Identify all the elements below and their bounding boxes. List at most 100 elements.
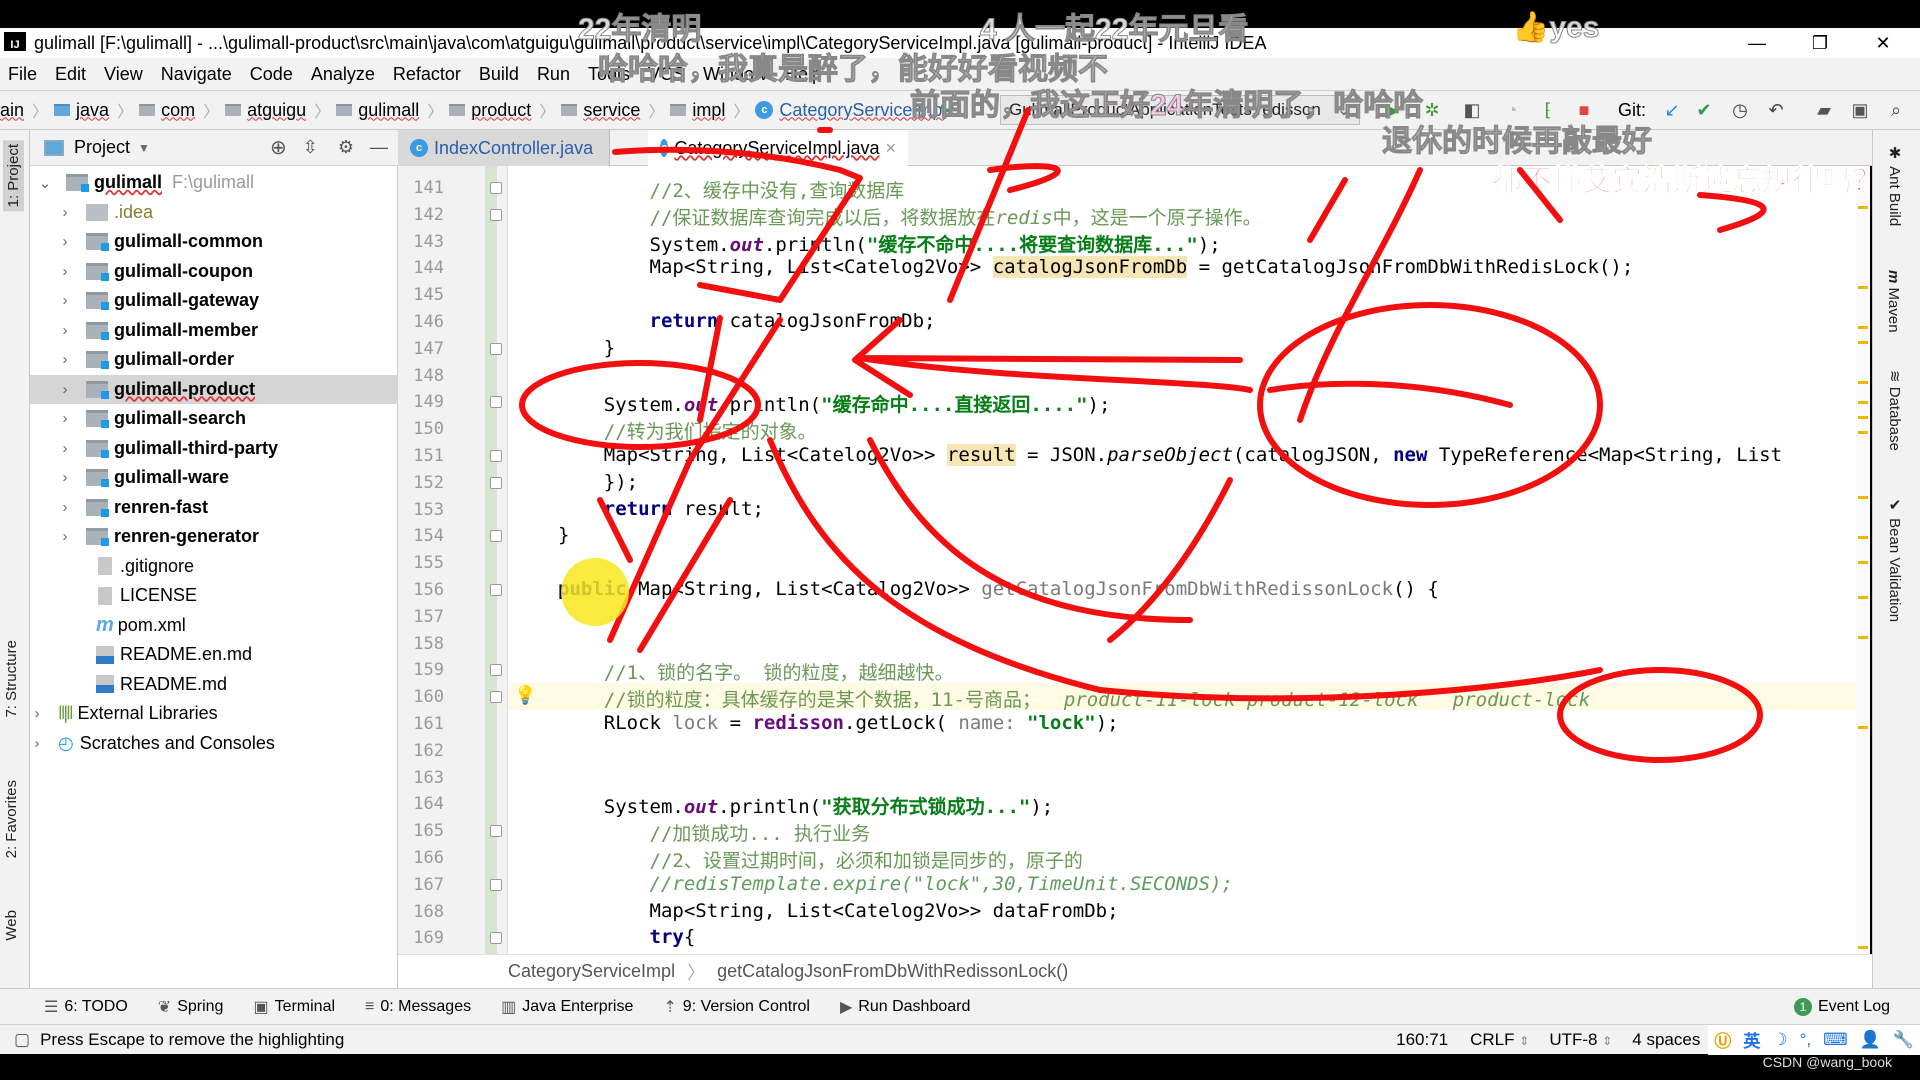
scrollbar-marker[interactable]	[1858, 381, 1868, 384]
tree-root-gulimall[interactable]: ⌄ gulimall F:\gulimall	[30, 168, 398, 198]
tree-item[interactable]: › .idea	[30, 198, 398, 228]
ime-user-icon[interactable]: 👤	[1860, 1030, 1881, 1050]
chevron-right-icon[interactable]: ›	[58, 440, 72, 457]
tree-item[interactable]: › gulimall-member	[30, 316, 398, 346]
tree-item[interactable]: LICENSE	[30, 581, 398, 611]
tab-database[interactable]: ≋ Database	[1885, 370, 1903, 451]
fold-marker-icon[interactable]	[490, 664, 502, 677]
close-tab-icon[interactable]: ×	[885, 138, 896, 159]
breadcrumb-method[interactable]: getCatalogJsonFromDbWithRedissonLock()	[717, 961, 1068, 982]
tool-terminal[interactable]: ▣ Terminal	[253, 997, 335, 1017]
tree-item[interactable]: › gulimall-ware	[30, 463, 398, 493]
fold-marker-icon[interactable]	[490, 691, 502, 704]
ime-language[interactable]: 英	[1743, 1027, 1760, 1052]
tree-item[interactable]: README.md	[30, 670, 398, 700]
menu-analyze[interactable]: Analyze	[311, 64, 375, 85]
build-hammer-icon[interactable]: ⚒	[935, 98, 959, 122]
close-button[interactable]: ✕	[1860, 28, 1906, 58]
tree-item[interactable]: › ◴ Scratches and Consoles	[30, 729, 398, 759]
git-commit-icon[interactable]: ✔	[1692, 98, 1716, 122]
fold-marker-icon[interactable]	[490, 208, 502, 221]
menu-help[interactable]: Help	[785, 64, 822, 85]
menu-vcs[interactable]: VCS	[648, 64, 685, 85]
tab-favorites[interactable]: 2: Favorites	[3, 780, 20, 858]
fold-marker-icon[interactable]	[490, 450, 502, 462]
tree-item[interactable]: .gitignore	[30, 552, 398, 582]
tab-project[interactable]: 1: Project	[3, 140, 24, 212]
project-structure-icon[interactable]: ▰	[1812, 98, 1836, 122]
chevron-right-icon[interactable]: ›	[58, 499, 72, 516]
chevron-right-icon[interactable]: ›	[58, 204, 72, 221]
tab-index-controller[interactable]: c IndexController.java	[398, 130, 610, 166]
crumb-com[interactable]: com 〉	[139, 98, 219, 122]
intention-bulb-icon[interactable]: 💡	[514, 685, 536, 706]
crumb-product[interactable]: product 〉	[449, 98, 555, 122]
chevron-right-icon[interactable]: ›	[58, 528, 72, 545]
fold-marker-icon[interactable]	[490, 182, 502, 194]
breadcrumb-class[interactable]: CategoryServiceImpl	[508, 961, 675, 982]
fold-marker-icon[interactable]	[490, 396, 502, 409]
line-separator[interactable]: CRLF ⇕	[1470, 1030, 1529, 1050]
fold-marker-icon[interactable]	[490, 825, 502, 838]
fold-marker-icon[interactable]	[490, 932, 502, 945]
menu-window[interactable]: Window	[703, 64, 767, 85]
ime-punctuation-icon[interactable]: °,	[1800, 1030, 1812, 1050]
scrollbar-marker[interactable]	[1858, 401, 1868, 404]
scrollbar-marker[interactable]	[1858, 431, 1868, 434]
coverage-icon[interactable]: ◧	[1460, 98, 1484, 122]
dropdown-icon[interactable]: ▼	[138, 141, 150, 155]
tab-ant-build[interactable]: ✱ Ant Build	[1885, 144, 1903, 226]
indent-setting[interactable]: 4 spaces	[1632, 1030, 1700, 1050]
run-anything-icon[interactable]: ▣	[1848, 98, 1872, 122]
chevron-right-icon[interactable]: ›	[58, 351, 72, 368]
fold-marker-icon[interactable]	[490, 342, 502, 355]
menu-file[interactable]: File	[8, 64, 37, 85]
hide-panel-icon[interactable]: —	[370, 137, 388, 158]
run-icon[interactable]: ▶	[1380, 98, 1404, 122]
scrollbar-marker[interactable]	[1858, 496, 1868, 499]
git-history-icon[interactable]: ◷	[1728, 98, 1752, 122]
scrollbar-marker[interactable]	[1858, 561, 1868, 564]
git-rollback-icon[interactable]: ↶	[1764, 98, 1788, 122]
tree-item[interactable]: › renren-fast	[30, 493, 398, 523]
fold-marker-icon[interactable]	[490, 878, 502, 891]
menu-build[interactable]: Build	[479, 64, 519, 85]
chevron-right-icon[interactable]: ›	[58, 292, 72, 309]
menu-refactor[interactable]: Refactor	[393, 64, 461, 85]
chevron-right-icon[interactable]: ›	[58, 381, 72, 398]
status-toggle-icon[interactable]: ▢	[14, 1030, 30, 1050]
tool-java-enterprise[interactable]: ▥ Java Enterprise	[501, 997, 633, 1017]
tree-item[interactable]: README.en.md	[30, 640, 398, 670]
tree-item[interactable]: › gulimall-common	[30, 227, 398, 257]
scrollbar-marker[interactable]	[1858, 726, 1868, 729]
ime-halfwidth-icon[interactable]: ☽	[1772, 1030, 1787, 1050]
profile-icon[interactable]: ◔	[1500, 98, 1524, 122]
crumb-main[interactable]: ain 〉	[0, 98, 48, 122]
tool-messages[interactable]: ≡ 0: Messages	[365, 998, 471, 1016]
ime-logo-icon[interactable]: Ⓤ	[1714, 1027, 1731, 1052]
collapse-all-icon[interactable]: ⇳	[303, 137, 318, 158]
tree-item[interactable]: › gulimall-search	[30, 404, 398, 434]
chevron-right-icon[interactable]: ›	[30, 705, 44, 722]
tree-item[interactable]: › ‖|‖ External Libraries	[30, 699, 398, 729]
project-view-select[interactable]: Project	[74, 137, 130, 158]
ime-settings-wrench-icon[interactable]: 🔧	[1893, 1030, 1914, 1050]
tool-run-dashboard[interactable]: ▶ Run Dashboard	[840, 997, 970, 1017]
git-update-icon[interactable]: ↙	[1660, 98, 1684, 122]
crumb-service[interactable]: service 〉	[561, 98, 664, 122]
search-everywhere-icon[interactable]: ⌕	[1884, 98, 1908, 122]
crumb-java[interactable]: java 〉	[54, 98, 133, 122]
tree-item[interactable]: › gulimall-product	[30, 374, 398, 404]
stop-icon[interactable]: ■	[1572, 98, 1596, 122]
scrollbar-marker[interactable]	[1858, 326, 1868, 329]
tree-item[interactable]: › renren-generator	[30, 522, 398, 552]
chevron-right-icon[interactable]: ›	[30, 735, 44, 752]
scrollbar-marker[interactable]	[1858, 596, 1868, 599]
chevron-right-icon[interactable]: ›	[58, 322, 72, 339]
scrollbar-marker[interactable]	[1858, 286, 1868, 289]
tree-item[interactable]: › gulimall-third-party	[30, 434, 398, 464]
tab-category-service-impl[interactable]: c CategoryServiceImpl.java ×	[648, 130, 908, 166]
menu-view[interactable]: View	[104, 64, 143, 85]
fold-marker-icon[interactable]	[490, 584, 502, 596]
menu-code[interactable]: Code	[250, 64, 293, 85]
